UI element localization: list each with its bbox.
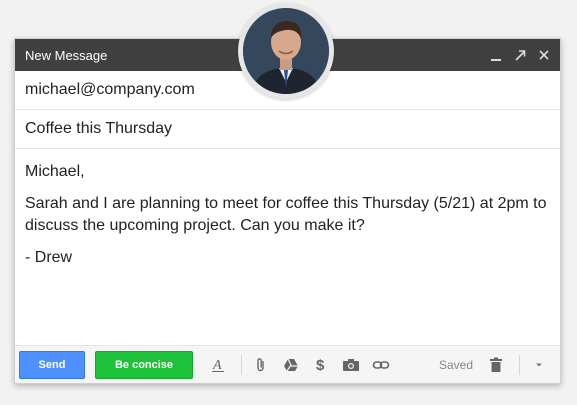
saved-status: Saved — [438, 357, 473, 372]
expand-icon[interactable] — [514, 48, 526, 62]
avatar-photo — [243, 8, 329, 94]
body-paragraph: Sarah and I are planning to meet for cof… — [25, 195, 547, 234]
subject-value: Coffee this Thursday — [25, 120, 173, 137]
window-controls — [490, 48, 550, 62]
attach-icon[interactable] — [248, 352, 274, 378]
trash-icon[interactable] — [483, 352, 509, 378]
link-icon[interactable] — [368, 352, 394, 378]
minimize-icon[interactable] — [490, 48, 502, 62]
money-icon[interactable]: $ — [308, 352, 334, 378]
svg-text:A: A — [212, 358, 222, 373]
more-options-icon[interactable] — [526, 352, 552, 378]
subject-field[interactable]: Coffee this Thursday — [15, 110, 560, 149]
body-greeting: Michael, — [25, 163, 85, 180]
avatar — [238, 3, 334, 99]
to-value: michael@company.com — [25, 81, 195, 98]
body-signature: - Drew — [25, 249, 73, 266]
camera-icon[interactable] — [338, 352, 364, 378]
compose-toolbar: Send Be concise A $ Saved — [15, 345, 560, 383]
send-button[interactable]: Send — [19, 350, 85, 379]
format-text-icon[interactable]: A — [205, 352, 231, 378]
drive-icon[interactable] — [278, 352, 304, 378]
message-body[interactable]: Michael, Sarah and I are planning to mee… — [15, 149, 560, 334]
toolbar-divider — [241, 354, 242, 375]
be-concise-button[interactable]: Be concise — [95, 350, 193, 379]
close-icon[interactable] — [538, 48, 550, 62]
svg-text:$: $ — [316, 357, 325, 373]
toolbar-divider-2 — [519, 354, 520, 375]
